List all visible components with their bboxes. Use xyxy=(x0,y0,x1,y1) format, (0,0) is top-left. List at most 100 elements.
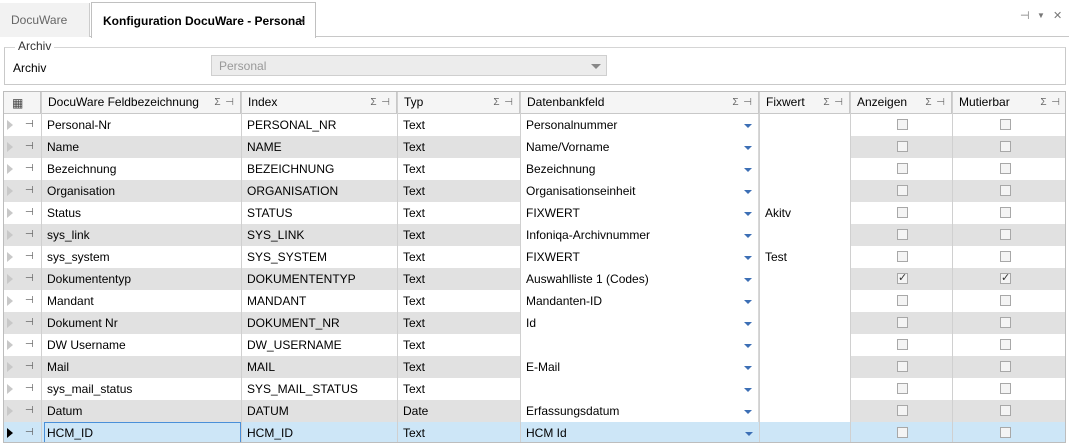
db-field-select[interactable]: Organisationseinheit xyxy=(520,180,759,202)
pin-icon[interactable]: ⊣ xyxy=(25,295,34,306)
db-field-select[interactable]: Infoniqa-Archivnummer xyxy=(520,224,759,246)
anzeigen-checkbox[interactable] xyxy=(897,405,908,416)
fixed-value-cell[interactable] xyxy=(759,312,850,334)
mutierbar-checkbox[interactable] xyxy=(1000,361,1011,372)
column-chooser-icon[interactable]: ▦ xyxy=(12,96,23,110)
field-name-cell[interactable]: Mandant xyxy=(41,290,241,312)
pin-icon[interactable]: ⊣ xyxy=(25,163,34,174)
index-cell[interactable]: STATUS xyxy=(241,202,397,224)
table-row[interactable]: ⊣ sys_mail_status SYS_MAIL_STATUS Text xyxy=(4,378,1065,400)
chevron-down-icon[interactable] xyxy=(744,168,752,172)
field-name-cell[interactable]: sys_link xyxy=(41,224,241,246)
column-header[interactable]: Fixwert Σ ⊣ xyxy=(759,92,850,113)
type-cell[interactable]: Text xyxy=(397,180,520,202)
anzeigen-checkbox[interactable] xyxy=(897,271,908,284)
chevron-down-icon[interactable] xyxy=(744,322,752,326)
column-header[interactable]: DocuWare Feldbezeichnung Σ ⊣ xyxy=(41,92,241,113)
mutierbar-checkbox[interactable] xyxy=(1000,383,1011,394)
fixed-value-cell[interactable] xyxy=(759,334,850,356)
chevron-down-icon[interactable] xyxy=(744,410,752,414)
table-row[interactable]: ⊣ Datum DATUM Date Erfassungsdatum xyxy=(4,400,1065,422)
mutierbar-checkbox[interactable] xyxy=(1000,119,1011,130)
mutierbar-checkbox[interactable] xyxy=(1000,185,1011,196)
table-row[interactable]: ⊣ Name NAME Text Name/Vorname xyxy=(4,136,1065,158)
type-cell[interactable]: Text xyxy=(397,378,520,400)
table-row[interactable]: ⊣ Mandant MANDANT Text Mandanten-ID xyxy=(4,290,1065,312)
mutierbar-checkbox[interactable] xyxy=(1000,229,1011,240)
type-cell[interactable]: Text xyxy=(397,224,520,246)
type-cell[interactable]: Text xyxy=(397,246,520,268)
type-cell[interactable]: Text xyxy=(397,356,520,378)
fixed-value-cell[interactable] xyxy=(759,136,850,158)
type-cell[interactable]: Text xyxy=(397,268,520,290)
table-row[interactable]: ⊣ Personal-Nr PERSONAL_NR Text Personalnumme… xyxy=(4,114,1065,136)
sum-pin-icon[interactable]: Σ ⊣ xyxy=(1040,92,1061,113)
db-field-select[interactable] xyxy=(520,334,759,356)
index-cell[interactable]: MANDANT xyxy=(241,290,397,312)
pin-icon[interactable]: ⊣ xyxy=(25,229,34,240)
field-name-cell[interactable]: Mail xyxy=(41,356,241,378)
db-field-select[interactable] xyxy=(520,378,759,400)
type-cell[interactable]: Text xyxy=(397,114,520,136)
type-cell[interactable]: Text xyxy=(397,290,520,312)
mutierbar-checkbox[interactable] xyxy=(1000,317,1011,328)
type-cell[interactable]: Date xyxy=(397,400,520,422)
field-name-cell[interactable]: DW Username xyxy=(41,334,241,356)
fixed-value-cell[interactable] xyxy=(759,268,850,290)
fixed-value-cell[interactable] xyxy=(759,114,850,136)
index-cell[interactable]: NAME xyxy=(241,136,397,158)
mutierbar-checkbox[interactable] xyxy=(1000,295,1011,306)
table-row[interactable]: ⊣ Dokument Nr DOKUMENT_NR Text Id xyxy=(4,312,1065,334)
mutierbar-checkbox[interactable] xyxy=(1000,251,1011,262)
pin-icon[interactable]: ⊣ xyxy=(25,405,34,416)
pin-icon[interactable]: ⊣ xyxy=(25,141,34,152)
chevron-down-icon[interactable] xyxy=(745,432,753,436)
anzeigen-checkbox[interactable] xyxy=(897,361,908,372)
table-row[interactable]: ⊣ Bezeichnung BEZEICHNUNG Text Bezeichnung xyxy=(4,158,1065,180)
field-name-cell[interactable]: Bezeichnung xyxy=(41,158,241,180)
pin-icon[interactable]: ⊣ xyxy=(25,361,34,372)
index-cell[interactable]: DOKUMENT_NR xyxy=(241,312,397,334)
chevron-down-icon[interactable] xyxy=(744,190,752,194)
index-cell[interactable]: SYS_LINK xyxy=(241,224,397,246)
index-cell[interactable]: MAIL xyxy=(241,356,397,378)
field-name-cell[interactable]: sys_mail_status xyxy=(41,378,241,400)
index-cell[interactable]: BEZEICHNUNG xyxy=(241,158,397,180)
column-header[interactable]: Datenbankfeld Σ ⊣ xyxy=(520,92,759,113)
fixed-value-cell[interactable] xyxy=(759,422,850,442)
anzeigen-checkbox[interactable] xyxy=(897,251,908,262)
mutierbar-checkbox[interactable] xyxy=(1000,427,1011,438)
chevron-down-icon[interactable] xyxy=(744,388,752,392)
column-header[interactable]: Typ Σ ⊣ xyxy=(397,92,520,113)
table-row[interactable]: ⊣ HCM_ID HCM_ID Text HCM Id xyxy=(4,422,1065,442)
mutierbar-checkbox[interactable] xyxy=(1000,405,1011,416)
mutierbar-checkbox[interactable] xyxy=(1000,339,1011,350)
close-window-icon[interactable]: ✕ xyxy=(1053,9,1062,22)
anzeigen-checkbox[interactable] xyxy=(897,141,908,152)
field-name-cell[interactable]: sys_system xyxy=(41,246,241,268)
table-row[interactable]: ⊣ Dokumententyp DOKUMENTENTYP Text Auswahlli… xyxy=(4,268,1065,290)
db-field-select[interactable]: E-Mail xyxy=(520,356,759,378)
db-field-select[interactable]: Personalnummer xyxy=(520,114,759,136)
anzeigen-checkbox[interactable] xyxy=(897,339,908,350)
pin-icon[interactable]: ⊣ xyxy=(25,339,34,350)
chevron-down-icon[interactable] xyxy=(744,300,752,304)
type-cell[interactable]: Text xyxy=(397,136,520,158)
fixed-value-cell[interactable] xyxy=(759,224,850,246)
anzeigen-checkbox[interactable] xyxy=(897,383,908,394)
column-header[interactable]: Anzeigen Σ ⊣ xyxy=(850,92,952,113)
type-cell[interactable]: Text xyxy=(397,334,520,356)
table-row[interactable]: ⊣ Organisation ORGANISATION Text Organisatio… xyxy=(4,180,1065,202)
chevron-down-icon[interactable]: ▼ xyxy=(1037,11,1045,20)
db-field-select[interactable]: HCM Id xyxy=(520,422,759,442)
db-field-select[interactable]: Mandanten-ID xyxy=(520,290,759,312)
mutierbar-checkbox[interactable] xyxy=(1000,207,1011,218)
anzeigen-checkbox[interactable] xyxy=(897,163,908,174)
mutierbar-checkbox[interactable] xyxy=(1000,271,1011,284)
db-field-select[interactable]: Id xyxy=(520,312,759,334)
db-field-select[interactable]: FIXWERT xyxy=(520,202,759,224)
tab-konfiguration[interactable]: Konfiguration DocuWare - Personal × xyxy=(91,2,316,38)
anzeigen-checkbox[interactable] xyxy=(897,229,908,240)
field-name-cell[interactable]: Dokumententyp xyxy=(41,268,241,290)
table-row[interactable]: ⊣ DW Username DW_USERNAME Text xyxy=(4,334,1065,356)
